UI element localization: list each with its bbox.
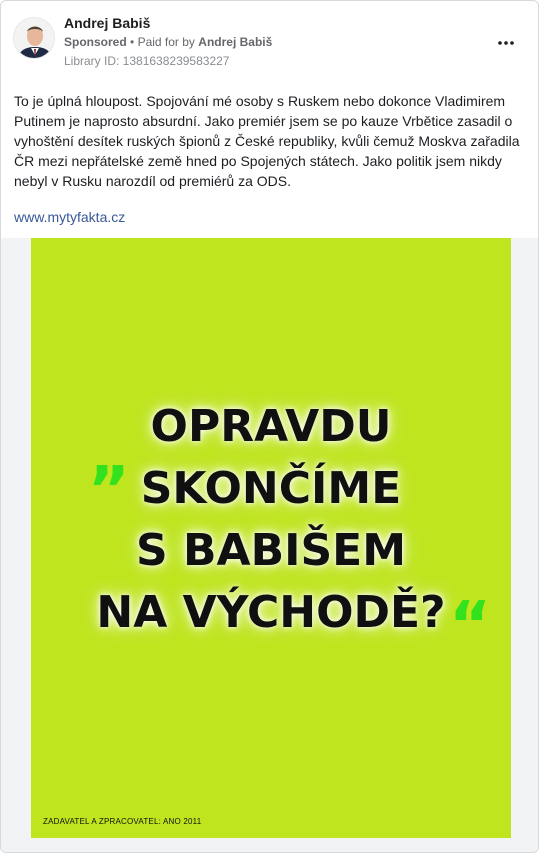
more-options-button[interactable]	[498, 29, 514, 50]
headline-line-3: S BABIŠEM	[135, 525, 407, 576]
headline-line-1: OPRAVDU	[150, 401, 392, 452]
ad-creative-image[interactable]: „ OPRAVDU SKONČÍME S BABIŠEM NA VÝCHODĚ?…	[31, 238, 511, 838]
sponsored-label: Sponsored	[64, 35, 127, 49]
closing-quote-mark: “	[449, 589, 492, 663]
headline-line-2: SKONČÍME	[140, 463, 402, 514]
ad-card: Andrej Babiš Sponsored • Paid for by And…	[0, 0, 539, 853]
advertiser-name[interactable]: Andrej Babiš	[64, 15, 150, 31]
sponsored-line: Sponsored • Paid for by Andrej Babiš	[64, 35, 272, 49]
avatar-portrait-icon	[14, 18, 54, 58]
post-link[interactable]: www.mytyfakta.cz	[14, 209, 125, 225]
creative-headline: OPRAVDU SKONČÍME S BABIŠEM NA VÝCHODĚ?	[31, 396, 511, 644]
library-id: Library ID: 1381638239583227	[64, 54, 230, 68]
meta-separator: •	[130, 35, 135, 49]
paid-for-prefix: Paid for by	[137, 35, 195, 49]
more-horizontal-icon	[498, 41, 514, 45]
headline-line-4: NA VÝCHODĚ?	[96, 587, 446, 638]
creative-disclaimer: ZADAVATEL A ZPRACOVATEL: ANO 2011	[43, 817, 202, 826]
payer-name: Andrej Babiš	[198, 35, 273, 49]
advertiser-avatar[interactable]	[13, 17, 55, 59]
post-text: To je úplná hloupost. Spojování mé osoby…	[14, 93, 520, 189]
ad-media-area: „ OPRAVDU SKONČÍME S BABIŠEM NA VÝCHODĚ?…	[1, 238, 538, 852]
